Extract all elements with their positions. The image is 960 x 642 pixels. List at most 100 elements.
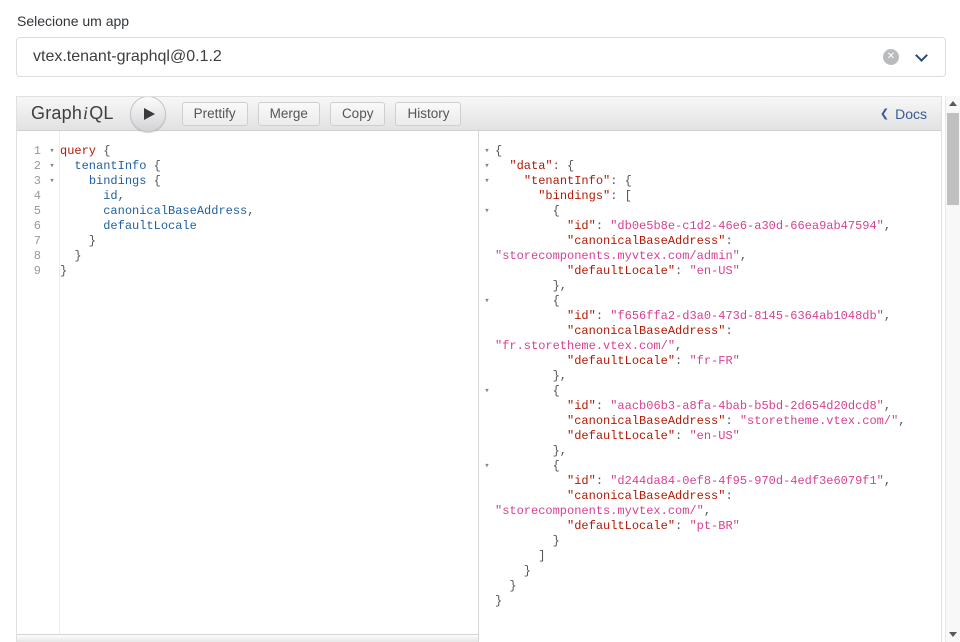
code-text: "storecomponents.myvtex.com/admin", [495,249,747,264]
fold-gutter [479,339,495,354]
code-text: canonicalBaseAddress, [60,204,254,219]
app-select-label: Selecione um app [17,13,129,29]
fold-gutter [479,189,495,204]
code-line: "id": "d244da84-0ef8-4f95-970d-4edf3e607… [479,474,941,489]
fold-gutter [479,489,495,504]
code-line: 9} [17,264,478,279]
code-text: "canonicalBaseAddress": "storetheme.vtex… [495,414,906,429]
fold-gutter [479,249,495,264]
fold-arrow-icon[interactable]: ▾ [479,294,495,309]
code-text: "id": "aacb06b3-a8fa-4bab-b5bd-2d654d20d… [495,399,891,414]
code-text: "defaultLocale": "en-US" [495,264,740,279]
code-text: "id": "db0e5b8e-c1d2-46e6-a30d-66ea9ab47… [495,219,891,234]
fold-gutter [44,264,60,279]
query-variables-bar[interactable] [17,634,478,642]
code-line: 3▾ bindings { [17,174,478,189]
code-text: } [60,264,67,279]
fold-gutter [479,504,495,519]
fold-gutter [44,234,60,249]
code-line: ▾ "data": { [479,159,941,174]
code-text: "defaultLocale": "en-US" [495,429,740,444]
line-number: 6 [17,219,44,234]
code-text: "canonicalBaseAddress": [495,234,733,249]
fold-arrow-icon[interactable]: ▾ [479,174,495,189]
code-text: }, [495,444,567,459]
logo-text: Graph [31,103,82,123]
fold-gutter [479,369,495,384]
fold-gutter [479,579,495,594]
page-scrollbar[interactable] [945,96,960,642]
graphiql-panel: GraphiQL Prettify Merge Copy History ❮ D… [16,96,942,642]
scrollbar-thumb[interactable] [947,113,959,205]
code-text: "data": { [495,159,574,174]
code-text: "defaultLocale": "fr-FR" [495,354,740,369]
code-line: }, [479,279,941,294]
code-text: bindings { [60,174,161,189]
code-text: } [495,579,517,594]
history-button[interactable]: History [395,102,461,126]
scroll-up-icon[interactable] [946,96,960,111]
code-text: { [495,459,560,474]
play-icon [144,108,155,120]
result-code: ▾{▾ "data": {▾ "tenantInfo": { "bindings… [479,131,941,609]
code-line: }, [479,369,941,384]
fold-gutter [44,204,60,219]
scroll-down-icon[interactable] [946,627,960,642]
code-line: "canonicalBaseAddress": [479,234,941,249]
chevron-down-icon[interactable] [915,49,928,62]
fold-gutter [479,414,495,429]
code-text: } [495,594,502,609]
code-line: "fr.storetheme.vtex.com/", [479,339,941,354]
code-line: 2▾ tenantInfo { [17,159,478,174]
code-line: "id": "f656ffa2-d3a0-473d-8145-6364ab104… [479,309,941,324]
clear-icon[interactable]: ✕ [883,49,899,65]
query-code[interactable]: 1▾query {2▾ tenantInfo {3▾ bindings {4 i… [17,131,478,279]
code-text: defaultLocale [60,219,197,234]
fold-arrow-icon[interactable]: ▾ [44,159,60,174]
code-text: } [495,534,560,549]
code-line: ▾ "tenantInfo": { [479,174,941,189]
code-text: }, [495,369,567,384]
code-line: "canonicalBaseAddress": [479,489,941,504]
fold-arrow-icon[interactable]: ▾ [479,204,495,219]
code-text: } [60,234,96,249]
graphiql-toolbar: GraphiQL Prettify Merge Copy History ❮ D… [17,97,941,131]
fold-arrow-icon[interactable]: ▾ [479,144,495,159]
fold-arrow-icon[interactable]: ▾ [479,459,495,474]
code-line: } [479,534,941,549]
app-select[interactable]: vtex.tenant-graphql@0.1.2 ✕ [16,37,946,77]
line-number: 2 [17,159,44,174]
code-line: 6 defaultLocale [17,219,478,234]
line-number: 3 [17,174,44,189]
logo-text: QL [89,103,113,123]
result-viewer: ▾{▾ "data": {▾ "tenantInfo": { "bindings… [479,131,941,642]
code-line: "defaultLocale": "en-US" [479,429,941,444]
code-text: "canonicalBaseAddress": [495,489,733,504]
fold-arrow-icon[interactable]: ▾ [44,144,60,159]
line-number: 9 [17,264,44,279]
merge-button[interactable]: Merge [258,102,320,126]
code-line: "defaultLocale": "pt-BR" [479,519,941,534]
code-line: } [479,564,941,579]
copy-button[interactable]: Copy [330,102,386,126]
code-line: "storecomponents.myvtex.com/", [479,504,941,519]
graphiql-logo: GraphiQL [31,103,114,124]
fold-arrow-icon[interactable]: ▾ [44,174,60,189]
fold-arrow-icon[interactable]: ▾ [479,384,495,399]
code-line: "storecomponents.myvtex.com/admin", [479,249,941,264]
fold-arrow-icon[interactable]: ▾ [479,159,495,174]
fold-gutter [479,534,495,549]
code-line: ▾ { [479,459,941,474]
code-line: ] [479,549,941,564]
fold-gutter [44,249,60,264]
code-text: id, [60,189,125,204]
prettify-button[interactable]: Prettify [182,102,248,126]
query-editor[interactable]: 1▾query {2▾ tenantInfo {3▾ bindings {4 i… [17,131,479,642]
fold-gutter [479,264,495,279]
execute-button[interactable] [130,96,166,132]
fold-gutter [479,324,495,339]
code-line: } [479,579,941,594]
code-text: "fr.storetheme.vtex.com/", [495,339,682,354]
code-line: "defaultLocale": "fr-FR" [479,354,941,369]
docs-button[interactable]: ❮ Docs [880,106,941,122]
